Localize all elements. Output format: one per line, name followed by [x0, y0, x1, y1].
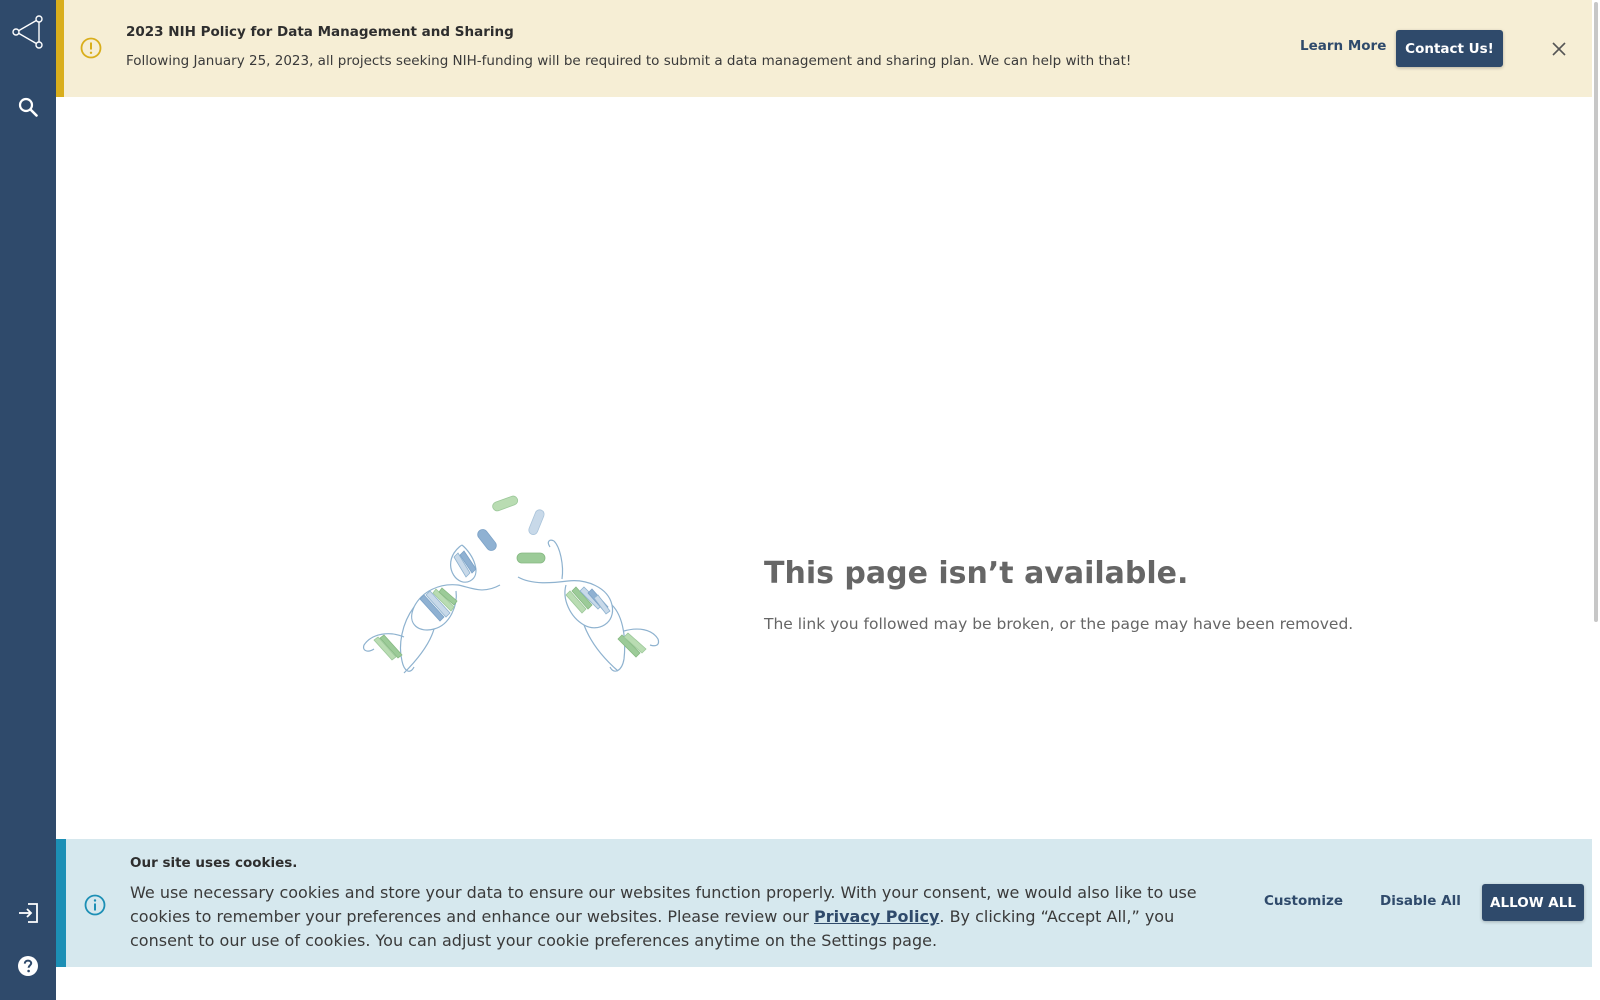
error-message: The link you followed may be broken, or … [764, 615, 1354, 633]
help-button[interactable] [0, 942, 56, 990]
help-icon [18, 956, 38, 976]
error-title: This page isn’t available. [764, 556, 1189, 591]
sidebar [0, 0, 56, 1000]
learn-more-button[interactable]: Learn More [1300, 38, 1386, 54]
banner-title: 2023 NIH Policy for Data Management and … [126, 24, 514, 40]
privacy-policy-link[interactable]: Privacy Policy [814, 907, 939, 926]
close-icon[interactable] [1550, 40, 1568, 58]
scrollbar[interactable] [1592, 0, 1600, 1000]
search-button[interactable] [0, 83, 56, 131]
broken-dna-illustration [363, 495, 660, 674]
allow-all-button[interactable]: ALLOW ALL [1482, 884, 1584, 921]
policy-banner: 2023 NIH Policy for Data Management and … [56, 0, 1593, 97]
search-icon [18, 97, 38, 117]
cookie-text: We use necessary cookies and store your … [130, 881, 1210, 953]
logo-button[interactable] [0, 8, 56, 56]
cookie-title: Our site uses cookies. [130, 855, 298, 871]
cookie-banner: Our site uses cookies. We use necessary … [56, 839, 1593, 967]
banner-text: Following January 25, 2023, all projects… [126, 53, 1132, 69]
network-share-icon [12, 15, 43, 49]
scrollbar-thumb[interactable] [1594, 2, 1598, 622]
login-button[interactable] [0, 889, 56, 937]
customize-button[interactable]: Customize [1264, 893, 1343, 909]
warning-icon [80, 37, 102, 59]
disable-all-button[interactable]: Disable All [1380, 893, 1461, 909]
info-icon [84, 894, 106, 916]
login-icon [19, 903, 38, 923]
contact-us-button[interactable]: Contact Us! [1396, 30, 1503, 67]
